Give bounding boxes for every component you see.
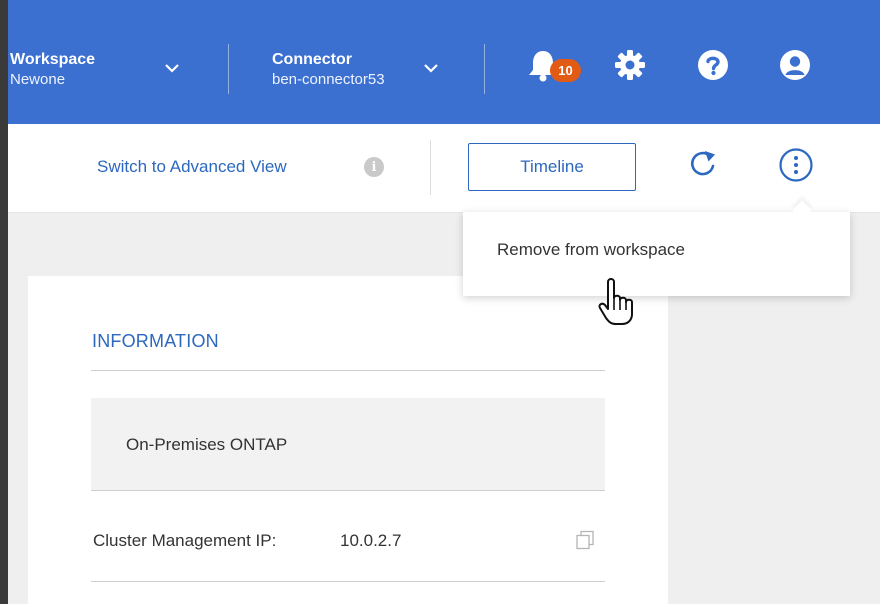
top-navigation-bar (8, 0, 880, 124)
switch-advanced-view-link[interactable]: Switch to Advanced View (97, 157, 287, 177)
environment-label: On-Premises ONTAP (126, 435, 288, 454)
window-border (0, 0, 8, 604)
connector-label: Connector (272, 51, 352, 68)
remove-from-workspace-item[interactable]: Remove from workspace (497, 240, 685, 260)
app-window: Workspace Newone Connector ben-connector… (0, 0, 880, 604)
workspace-label: Workspace (10, 51, 96, 68)
workspace-selector[interactable]: Workspace Newone (10, 50, 95, 90)
chevron-down-icon[interactable] (423, 63, 439, 73)
notification-badge: 10 (550, 59, 581, 82)
section-divider (91, 490, 605, 491)
timeline-button[interactable]: Timeline (468, 143, 636, 191)
section-divider (91, 581, 605, 582)
cluster-ip-label: Cluster Management IP: (93, 531, 277, 550)
hand-cursor-icon (598, 278, 633, 325)
connector-selector[interactable]: Connector ben-connector53 (272, 50, 385, 90)
refresh-icon[interactable] (686, 147, 720, 181)
connector-value: ben-connector53 (272, 71, 385, 88)
workspace-value: Newone (10, 71, 66, 88)
copy-icon[interactable] (574, 529, 596, 551)
gear-icon[interactable] (614, 49, 646, 81)
header-divider (228, 44, 229, 94)
chevron-down-icon[interactable] (164, 63, 180, 73)
header-divider (484, 44, 485, 94)
user-icon[interactable] (779, 49, 811, 81)
toolbar-divider (430, 140, 431, 195)
cluster-ip-value: 10.0.2.7 (340, 531, 402, 550)
information-heading: INFORMATION (92, 331, 219, 351)
more-vertical-icon[interactable] (778, 147, 814, 183)
help-icon[interactable] (697, 49, 729, 81)
section-divider (91, 370, 605, 371)
info-icon[interactable]: i (364, 157, 384, 177)
